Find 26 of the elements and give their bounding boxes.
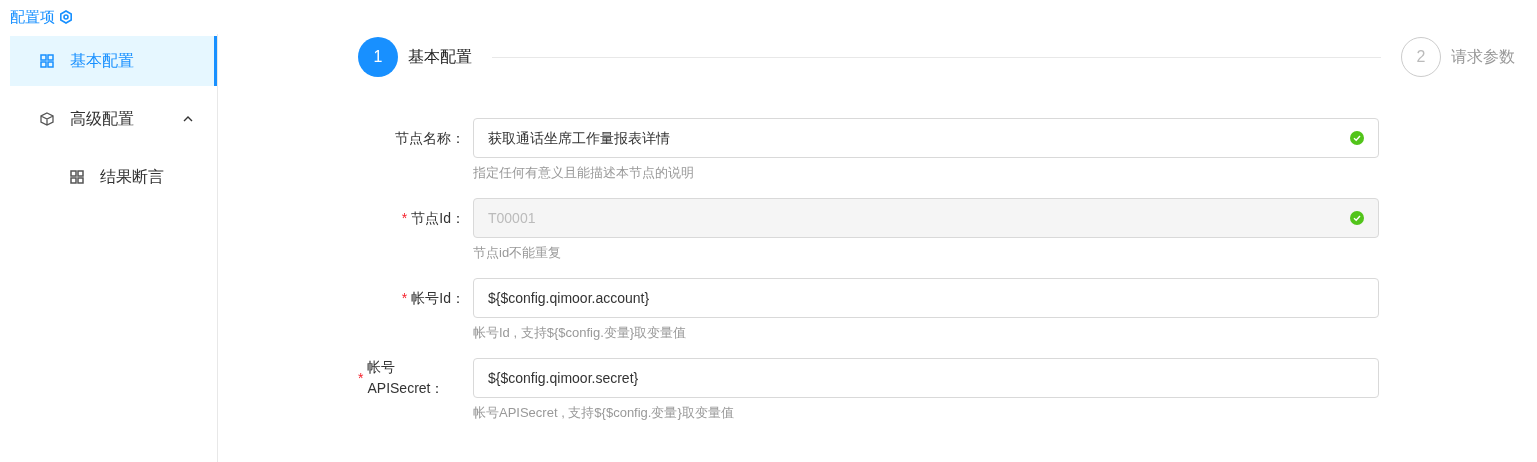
required-mark: * [358,368,364,388]
help-text: 帐号Id , 支持${$config.变量}取变量值 [473,324,688,342]
menu-item[interactable]: 结果断言 [10,152,217,202]
required-mark: * [401,288,408,308]
menu-item[interactable]: 高级配置 [10,94,217,144]
field-label: 节点名称： [395,128,465,148]
sidebar-title: 配置项 [10,6,55,27]
step-label: 基本配置 [408,47,472,67]
step-label: 请求参数 [1451,47,1515,67]
input-field[interactable]: ${$config.qimoor.secret} [473,358,1379,398]
cube-icon [40,112,54,126]
help-text: 帐号APISecret , 支持${$config.变量}取变量值 [473,404,735,422]
settings-icon[interactable] [59,10,73,24]
field-label: 帐号Id： [411,288,465,308]
input-field[interactable]: ${$config.qimoor.account} [473,278,1379,318]
required-mark: * [401,208,408,228]
help-text: 节点id不能重复 [473,244,563,262]
input-field[interactable]: 获取通话坐席工作量报表详情 [473,118,1379,158]
check-icon [1350,131,1364,145]
field-label: 帐号APISecret： [367,358,446,398]
field-label: 节点Id： [411,208,465,228]
grid-icon [70,170,84,184]
chevron-up-icon [183,116,193,122]
check-icon [1350,211,1364,225]
help-text: 指定任何有意义且能描述本节点的说明 [473,164,695,182]
grid-icon [40,54,54,68]
